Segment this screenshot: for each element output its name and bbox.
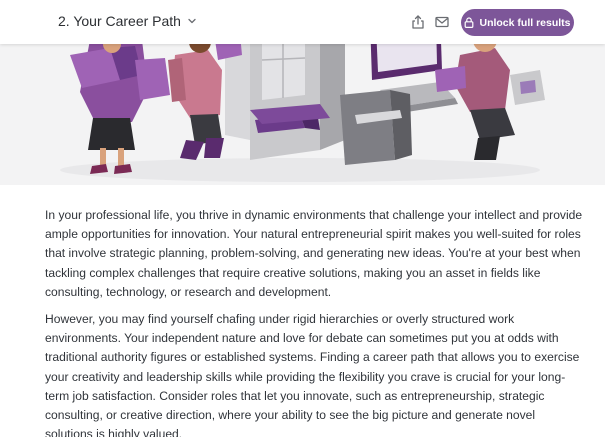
mail-icon[interactable] bbox=[434, 14, 450, 30]
header-bar: 2. Your Career Path Unlock full results bbox=[0, 0, 605, 44]
unlock-full-results-button[interactable]: Unlock full results bbox=[461, 9, 574, 36]
page: 2. Your Career Path Unlock full results … bbox=[0, 0, 605, 437]
career-path-content: In your professional life, you thrive in… bbox=[45, 206, 585, 437]
chevron-down-icon bbox=[188, 18, 196, 24]
lock-icon bbox=[465, 17, 474, 28]
section-selector[interactable]: 2. Your Career Path bbox=[58, 13, 197, 29]
share-icon[interactable] bbox=[410, 14, 426, 30]
unlock-label: Unlock full results bbox=[479, 16, 571, 29]
section-title: 2. Your Career Path bbox=[58, 13, 181, 29]
paragraph: In your professional life, you thrive in… bbox=[45, 208, 583, 299]
paragraph: However, you may find yourself chafing u… bbox=[45, 312, 580, 437]
